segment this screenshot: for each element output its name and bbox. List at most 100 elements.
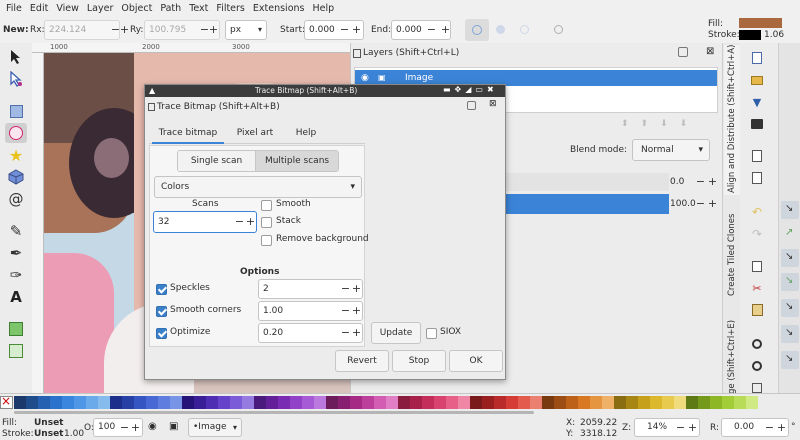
palette-swatch[interactable] [314, 396, 326, 409]
zoom-minus-button[interactable]: − [675, 419, 686, 437]
palette-swatch[interactable] [350, 396, 362, 409]
value-1-minus[interactable]: − [695, 173, 706, 191]
import-button[interactable] [748, 147, 766, 165]
palette-swatch[interactable] [470, 396, 482, 409]
opacity-row-2[interactable] [501, 194, 669, 214]
palette-swatch[interactable] [506, 396, 518, 409]
palette-swatch[interactable] [218, 396, 230, 409]
opacity-minus-button[interactable]: − [119, 419, 130, 437]
eye-icon[interactable]: ◉ [361, 73, 369, 83]
mode-select[interactable]: Colors ▾ [154, 176, 362, 198]
palette-swatch[interactable] [170, 396, 182, 409]
palette-swatch[interactable] [494, 396, 506, 409]
speckles-checkbox[interactable] [156, 284, 167, 295]
palette-swatch[interactable] [662, 396, 674, 409]
palette-swatch[interactable] [674, 396, 686, 409]
palette-swatch[interactable] [326, 396, 338, 409]
calligraphy-tool[interactable]: ✑ [5, 265, 27, 285]
menu-text[interactable]: Text [186, 0, 213, 17]
spray-tool[interactable] [5, 319, 27, 339]
tab-trace-bitmap[interactable]: Trace bitmap [152, 122, 224, 144]
palette-swatch[interactable] [146, 396, 158, 409]
smooth-corners-minus-button[interactable]: − [340, 302, 351, 320]
palette-swatch[interactable] [266, 396, 278, 409]
node-tool[interactable] [5, 69, 27, 89]
unit-select[interactable]: px ▾ [225, 20, 267, 40]
palette-swatch[interactable] [746, 396, 758, 409]
palette-swatch[interactable] [206, 396, 218, 409]
palette-swatch[interactable] [578, 396, 590, 409]
menu-layer[interactable]: Layer [84, 0, 119, 17]
palette-swatch[interactable] [434, 396, 446, 409]
selector-tool[interactable] [5, 47, 27, 67]
palette-swatch[interactable] [38, 396, 50, 409]
rotation-minus-button[interactable]: − [764, 419, 775, 437]
palette-swatch[interactable] [722, 396, 734, 409]
stop-button[interactable]: Stop [392, 350, 446, 372]
panel-close-button[interactable]: ⊠ [706, 46, 714, 57]
menu-filters[interactable]: Filters [213, 0, 249, 17]
rx-plus-button[interactable]: + [119, 21, 130, 39]
value-2-plus[interactable]: + [707, 195, 718, 213]
new-doc-button[interactable] [748, 49, 766, 67]
dialog-menu-button[interactable] [467, 101, 476, 110]
palette-swatch[interactable] [590, 396, 602, 409]
palette-swatch[interactable] [338, 396, 350, 409]
value-2-minus[interactable]: − [695, 195, 706, 213]
copy-button[interactable] [748, 257, 766, 275]
palette-swatch[interactable] [278, 396, 290, 409]
palette-swatch[interactable] [398, 396, 410, 409]
multiple-scans-button[interactable]: Multiple scans [255, 151, 338, 171]
3d-box-tool[interactable] [5, 167, 27, 187]
palette-none-swatch[interactable]: × [0, 394, 13, 409]
smooth-corners-plus-button[interactable]: + [351, 302, 362, 320]
snap-guide-button[interactable]: ↘ [781, 351, 799, 369]
zoom-drawing-button[interactable] [748, 357, 766, 375]
panel-menu-button[interactable] [678, 47, 688, 57]
pencil-tool[interactable]: ✎ [5, 221, 27, 241]
rectangle-tool[interactable] [5, 101, 27, 121]
rx-input[interactable]: 224.124 [44, 20, 120, 40]
tab-align-distribute[interactable]: Align and Distribute (Shift+Ctrl+A) [724, 45, 740, 195]
snap-nodes-button[interactable]: ↘ [781, 249, 799, 267]
optimize-plus-button[interactable]: + [351, 324, 362, 342]
palette-swatch[interactable] [542, 396, 554, 409]
palette-swatch[interactable] [110, 396, 122, 409]
menu-view[interactable]: View [53, 0, 84, 17]
palette-scrollbar[interactable] [14, 411, 534, 414]
palette-swatch[interactable] [566, 396, 578, 409]
dialog-close-button[interactable]: ⊠ [489, 99, 497, 109]
palette-swatch[interactable] [98, 396, 110, 409]
palette-swatch[interactable] [554, 396, 566, 409]
smooth-checkbox[interactable] [261, 200, 272, 211]
scans-minus-button[interactable]: − [234, 213, 245, 231]
speckles-minus-button[interactable]: − [340, 280, 351, 298]
palette-swatch[interactable] [362, 396, 374, 409]
palette-swatch[interactable] [650, 396, 662, 409]
start-minus-button[interactable]: − [339, 21, 350, 39]
tab-image[interactable]: Image (Shift+Ctrl+E) [724, 305, 740, 393]
ok-button[interactable]: OK [449, 350, 503, 372]
ry-plus-button[interactable]: + [208, 21, 219, 39]
snap-toggle-button[interactable]: ↘ [781, 201, 799, 219]
open-button[interactable] [748, 71, 766, 89]
measure-tool[interactable] [5, 341, 27, 361]
star-tool[interactable]: ★ [5, 145, 27, 165]
palette-swatch[interactable] [242, 396, 254, 409]
end-minus-button[interactable]: − [426, 21, 437, 39]
tab-tiled-clones[interactable]: Create Tiled Clones [724, 203, 740, 298]
palette-swatch[interactable] [158, 396, 170, 409]
fill-swatch[interactable] [739, 18, 782, 28]
snap-center-button[interactable]: ↘ [781, 325, 799, 343]
single-scan-button[interactable]: Single scan [178, 151, 256, 171]
snap-midpoints-button[interactable]: ↘ [781, 299, 799, 317]
palette-swatch[interactable] [482, 396, 494, 409]
menu-file[interactable]: File [4, 0, 27, 17]
menu-path[interactable]: Path [157, 0, 186, 17]
pen-tool[interactable]: ✒ [5, 243, 27, 263]
palette-swatch[interactable] [638, 396, 650, 409]
layer-select[interactable]: •Image ▾ [188, 418, 242, 437]
zoom-button[interactable] [748, 335, 766, 353]
save-button[interactable]: ▼ [748, 93, 766, 111]
remove-background-checkbox[interactable] [261, 235, 272, 246]
